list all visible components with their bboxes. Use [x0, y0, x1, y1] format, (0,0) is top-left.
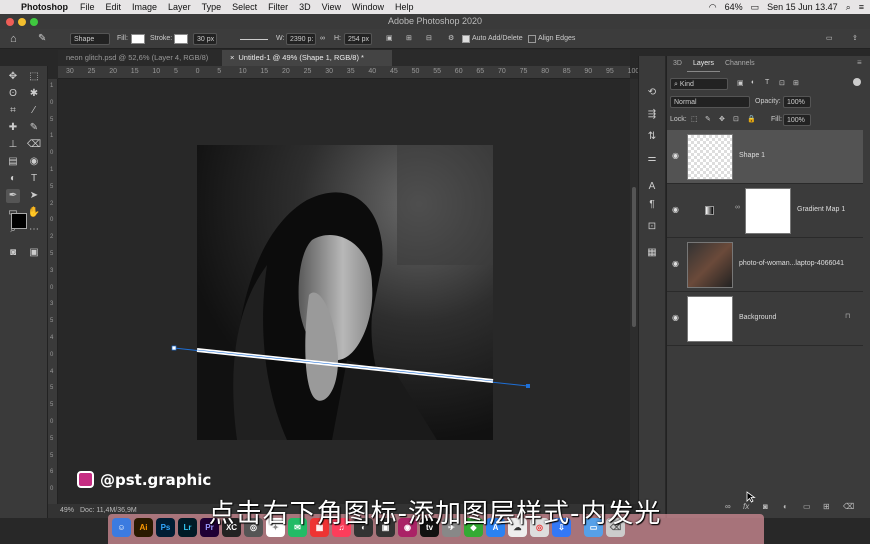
lock-artboard-icon[interactable]: ⊡: [733, 115, 739, 123]
lock-icon: ⊓: [845, 313, 851, 320]
tab-3d[interactable]: 3D: [667, 56, 688, 72]
visibility-eye-icon[interactable]: ◉: [672, 206, 682, 214]
instagram-icon: [77, 471, 94, 488]
video-subtitle: 点击右下角图标-添加图层样式-内发光: [208, 499, 662, 529]
tab-layers[interactable]: Layers: [687, 56, 721, 72]
history-panel-icon[interactable]: ⟲: [645, 86, 659, 100]
lock-image-icon[interactable]: ✎: [705, 115, 711, 123]
character-panel-icon[interactable]: A: [645, 180, 659, 194]
lock-all-icon[interactable]: 🔒: [747, 115, 756, 123]
visibility-eye-icon[interactable]: ◉: [672, 152, 682, 160]
anchor-point-start[interactable]: [171, 345, 177, 351]
libraries-panel-icon[interactable]: ⚌: [645, 152, 659, 166]
layer-row-photo[interactable]: ◉ photo-of-woman...laptop-4066041: [667, 238, 863, 292]
layer-mask-thumbnail: [745, 188, 791, 234]
filter-pixel-icon[interactable]: ▣: [737, 79, 744, 87]
shape-path-outline: [196, 349, 494, 382]
mouse-cursor-icon: [746, 491, 756, 503]
link-icon: ∞: [735, 204, 740, 211]
layer-name[interactable]: Shape 1: [739, 152, 765, 159]
adjustment-layer-icon: [705, 206, 714, 215]
adjustments-panel-icon[interactable]: ⇅: [645, 130, 659, 144]
layers-panel: 3D Layers Channels ≡ ⌕ Kind ▣ ◐ T ⊡ ⊞ No…: [666, 56, 870, 518]
glyphs-panel-icon[interactable]: ⊡: [645, 220, 659, 234]
anchor-point-end[interactable]: [526, 384, 530, 388]
layer-row-background[interactable]: ◉ Background ⊓: [667, 292, 863, 346]
swatches-panel-icon[interactable]: ▦: [645, 246, 659, 260]
filter-kind-select[interactable]: ⌕ Kind: [670, 78, 728, 90]
fill-label-panel: Fill:: [771, 116, 782, 123]
fill-field[interactable]: 100%: [783, 114, 811, 126]
layer-name[interactable]: Gradient Map 1: [797, 206, 845, 213]
lock-transparent-icon[interactable]: ⬚: [691, 115, 698, 123]
panel-dock-icons: ⟲ ⇶ ⇅ ⚌ A ¶ ⊡ ▦: [638, 56, 665, 518]
layer-row-gradient-map[interactable]: ◉ ∞ Gradient Map 1: [667, 184, 863, 238]
filter-shape-icon[interactable]: ⊡: [779, 79, 785, 87]
layer-name[interactable]: photo-of-woman...laptop-4066041: [739, 260, 844, 267]
filter-smart-object-icon[interactable]: ⊞: [793, 79, 799, 87]
opacity-label: Opacity:: [755, 98, 781, 105]
paragraph-panel-icon[interactable]: ¶: [645, 198, 659, 212]
watermark-handle: @pst.graphic: [100, 471, 212, 489]
tab-channels[interactable]: Channels: [719, 56, 761, 72]
canvas-vertical-scrollbar[interactable]: [630, 79, 638, 504]
layer-thumbnail: [687, 242, 733, 288]
properties-panel-icon[interactable]: ⇶: [645, 108, 659, 122]
lock-position-icon[interactable]: ✥: [719, 115, 725, 123]
visibility-eye-icon[interactable]: ◉: [672, 260, 682, 268]
visibility-eye-icon[interactable]: ◉: [672, 314, 682, 322]
layer-row-shape-1[interactable]: ◉ Shape 1: [667, 130, 863, 184]
layer-thumbnail: [687, 296, 733, 342]
opacity-field[interactable]: 100%: [783, 96, 811, 108]
filter-toggle[interactable]: [853, 78, 861, 86]
layer-thumbnail: [687, 134, 733, 180]
filter-adjustment-icon[interactable]: ◐: [751, 79, 755, 86]
layer-name[interactable]: Background: [739, 314, 776, 321]
filter-kind-label: Kind: [679, 81, 694, 88]
lock-label: Lock:: [670, 116, 687, 123]
blend-mode-select[interactable]: Normal: [670, 96, 750, 108]
scrollbar-thumb[interactable]: [632, 187, 636, 327]
panel-menu-icon[interactable]: ≡: [857, 58, 862, 67]
filter-type-icon[interactable]: T: [765, 79, 769, 86]
